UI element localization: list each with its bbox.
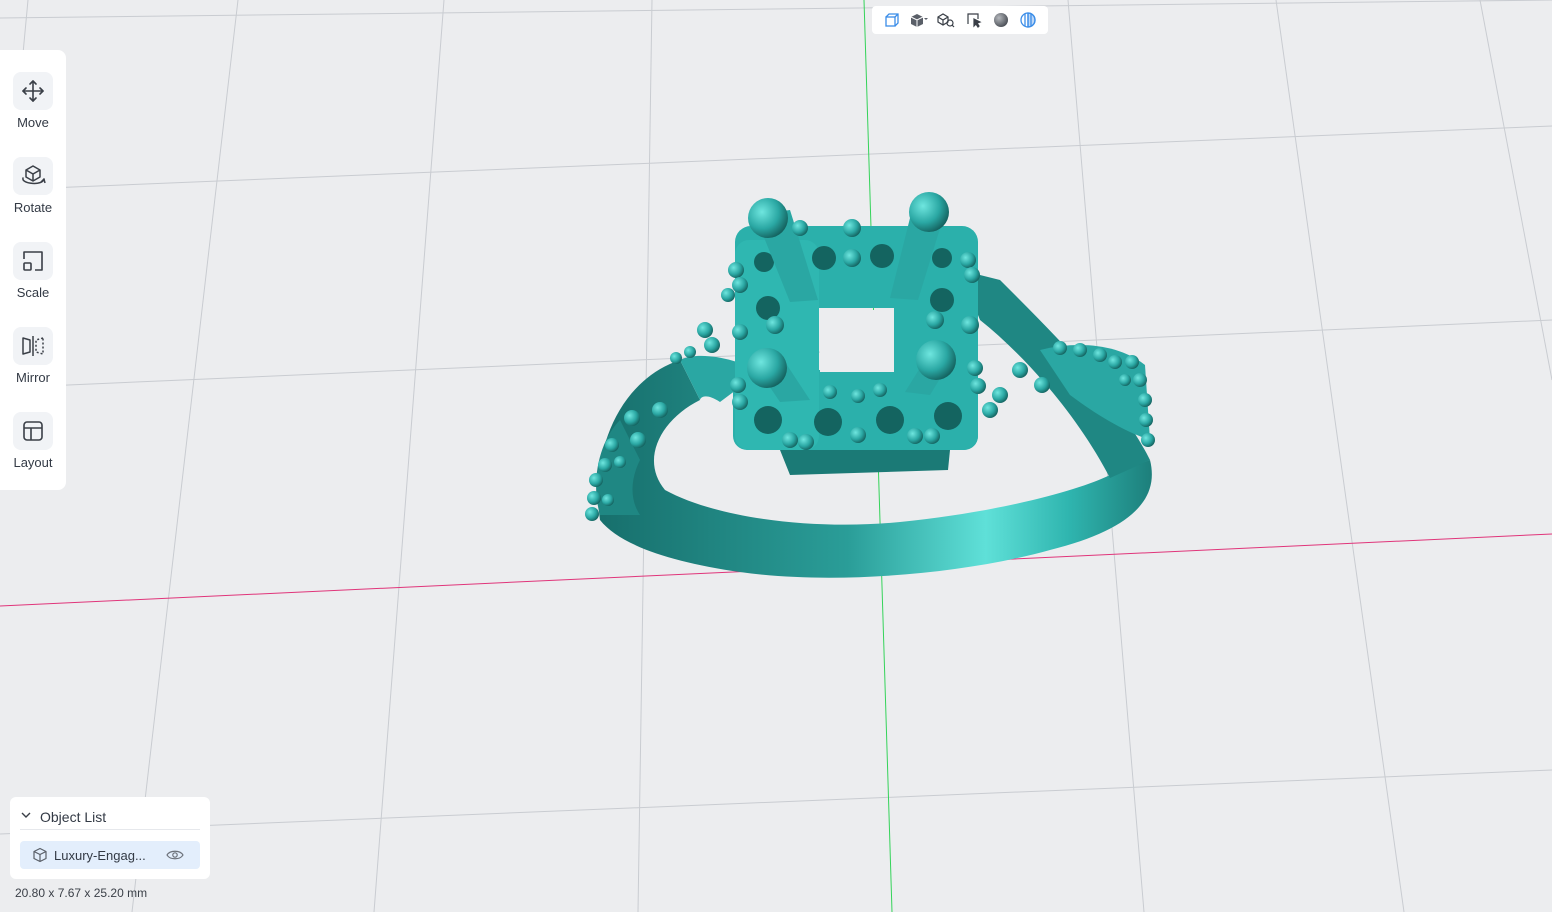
rotate-tool-label: Rotate [13, 200, 53, 215]
object-list-item[interactable]: Luxury-Engag... [20, 841, 200, 869]
chevron-down-icon [20, 808, 32, 826]
perspective-cube-icon[interactable] [881, 9, 903, 31]
object-name: Luxury-Engag... [54, 847, 146, 863]
layout-tool-button[interactable]: Layout [0, 390, 66, 470]
object-cube-icon [32, 847, 48, 863]
floor-grid [0, 0, 1552, 912]
view-toolbar [872, 6, 1048, 34]
mirror-tool-label: Mirror [16, 370, 50, 385]
material-sphere-icon[interactable] [990, 9, 1012, 31]
layout-tool-label: Layout [13, 455, 53, 470]
ring-model [585, 192, 1155, 578]
eye-icon[interactable] [166, 849, 184, 861]
object-list-panel: Object List Luxury-Engag... [10, 797, 210, 879]
move-tool-label: Move [17, 115, 49, 130]
mirror-icon [13, 327, 53, 365]
select-icon[interactable] [963, 9, 985, 31]
render-mode-icon[interactable] [1017, 9, 1039, 31]
object-list-title: Object List [40, 809, 107, 825]
view-direction-icon[interactable] [908, 9, 930, 31]
object-list-header[interactable]: Object List [20, 805, 200, 830]
mirror-tool-button[interactable]: Mirror [0, 305, 66, 385]
scene-canvas[interactable] [0, 0, 1552, 912]
move-tool-button[interactable]: Move [0, 50, 66, 130]
scale-icon [13, 242, 53, 280]
3d-viewport[interactable]: Move Rotate Scale Mirror Layout Object L… [0, 0, 1552, 912]
scale-tool-label: Scale [16, 285, 50, 300]
rotate-tool-button[interactable]: Rotate [0, 135, 66, 215]
zoom-fit-icon[interactable] [935, 9, 957, 31]
move-icon [13, 72, 53, 110]
layout-icon [13, 412, 53, 450]
model-dimensions: 20.80 x 7.67 x 25.20 mm [15, 886, 148, 900]
scale-tool-button[interactable]: Scale [0, 220, 66, 300]
tool-panel: Move Rotate Scale Mirror Layout [0, 50, 66, 490]
rotate-icon [13, 157, 53, 195]
